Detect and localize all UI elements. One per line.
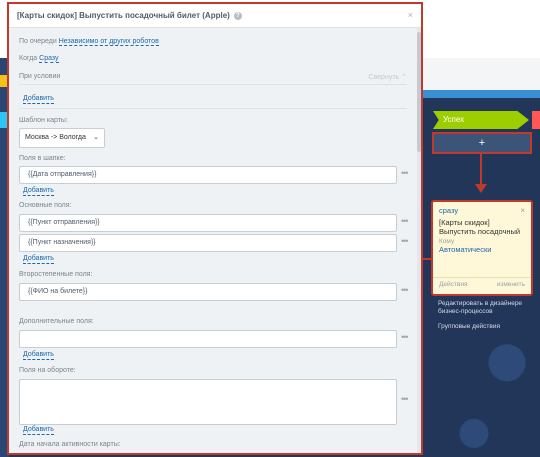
dialog-header: [Карты скидок] Выпустить посадочный биле… bbox=[9, 4, 421, 28]
dialog-close-icon[interactable]: × bbox=[408, 10, 413, 20]
header-field-input[interactable]: {{Дата отправления}} bbox=[19, 166, 397, 184]
more-icon[interactable]: ••• bbox=[401, 285, 409, 295]
add-condition-link[interactable]: Добавить bbox=[23, 94, 54, 104]
queue-label: По очереди bbox=[19, 38, 57, 45]
annotation-arrow-down bbox=[480, 154, 482, 184]
more-icon[interactable]: ••• bbox=[401, 394, 409, 404]
robot-card-settings-link[interactable]: Действия bbox=[439, 281, 467, 288]
condition-divider bbox=[19, 84, 407, 85]
designer-link[interactable]: Редактировать в дизайнере бизнес-процесс… bbox=[438, 300, 534, 316]
add-back-field-link[interactable]: Добавить bbox=[23, 425, 54, 435]
add-main-field-link[interactable]: Добавить bbox=[23, 254, 54, 264]
robot-card[interactable]: × сразу [Карты скидок] Выпустить посадоч… bbox=[431, 200, 533, 296]
add-header-field-link[interactable]: Добавить bbox=[23, 186, 54, 196]
robot-card-title: [Карты скидок] Выпустить посадочный bbox=[439, 218, 521, 236]
robot-card-close-icon[interactable]: × bbox=[520, 206, 525, 215]
template-select[interactable]: Москва -> Вологда ⌄ bbox=[19, 128, 105, 148]
stage-failure[interactable] bbox=[532, 111, 540, 129]
header-fields-label: Поля в шапке: bbox=[19, 155, 66, 162]
when-value[interactable]: Сразу bbox=[39, 55, 59, 63]
queue-value[interactable]: Независимо от других роботов bbox=[58, 38, 159, 46]
robot-card-when: сразу bbox=[439, 206, 459, 215]
main-fields-label: Основные поля: bbox=[19, 202, 72, 209]
dialog-scrollbar-thumb[interactable] bbox=[417, 32, 421, 152]
chevron-up-icon: ⌃ bbox=[401, 74, 407, 81]
back-fields-textarea[interactable] bbox=[19, 379, 397, 425]
secondary-field-input[interactable]: {{ФИО на билете}} bbox=[19, 283, 397, 301]
chevron-down-icon: ⌄ bbox=[93, 134, 99, 141]
robot-card-who[interactable]: Автоматически bbox=[439, 245, 525, 254]
dialog-scrollbar[interactable] bbox=[417, 28, 421, 453]
queue-row: По очереди Независимо от других роботов bbox=[19, 38, 159, 46]
stage-success[interactable]: Успех bbox=[433, 111, 529, 129]
collapse-label: Свернуть bbox=[368, 74, 400, 81]
add-robot-button[interactable]: + bbox=[432, 132, 532, 154]
main-field-input-2[interactable]: {{Пункт назначения}} bbox=[19, 234, 397, 252]
robot-card-who-label: Кому bbox=[439, 238, 455, 245]
condition-label: При условии bbox=[19, 73, 61, 80]
condition-bottom-divider bbox=[19, 108, 407, 109]
more-icon[interactable]: ••• bbox=[401, 168, 409, 178]
when-row: Когда Сразу bbox=[19, 55, 59, 63]
dialog-body: По очереди Независимо от других роботов … bbox=[9, 28, 421, 453]
pipeline-stage-bar bbox=[420, 90, 540, 98]
robot-card-edit-link[interactable]: изменить bbox=[497, 281, 525, 288]
when-label: Когда bbox=[19, 55, 38, 62]
annotation-arrow-down-head bbox=[475, 184, 487, 193]
template-label: Шаблон карты: bbox=[19, 117, 68, 124]
collapse-link[interactable]: Свернуть ⌃ bbox=[368, 73, 407, 81]
main-field-input-1[interactable]: {{Пункт отправления}} bbox=[19, 214, 397, 232]
more-icon[interactable]: ••• bbox=[401, 236, 409, 246]
additional-fields-label: Дополнительные поля: bbox=[19, 318, 94, 325]
group-actions-link[interactable]: Групповые действия bbox=[438, 323, 500, 331]
secondary-fields-label: Второстепенные поля: bbox=[19, 271, 93, 278]
template-select-value: Москва -> Вологда bbox=[25, 134, 86, 141]
back-fields-label: Поля на обороте: bbox=[19, 367, 76, 374]
active-date-label: Дата начала активности карты: bbox=[19, 441, 121, 448]
dialog-title: [Карты скидок] Выпустить посадочный биле… bbox=[17, 11, 230, 20]
add-additional-field-link[interactable]: Добавить bbox=[23, 350, 54, 360]
robot-card-divider bbox=[433, 277, 531, 278]
additional-field-input[interactable] bbox=[19, 330, 397, 348]
more-icon[interactable]: ••• bbox=[401, 216, 409, 226]
pipeline-header bbox=[420, 58, 540, 90]
more-icon[interactable]: ••• bbox=[401, 332, 409, 342]
help-icon[interactable]: ? bbox=[233, 11, 242, 20]
robot-settings-dialog: [Карты скидок] Выпустить посадочный биле… bbox=[7, 2, 423, 455]
